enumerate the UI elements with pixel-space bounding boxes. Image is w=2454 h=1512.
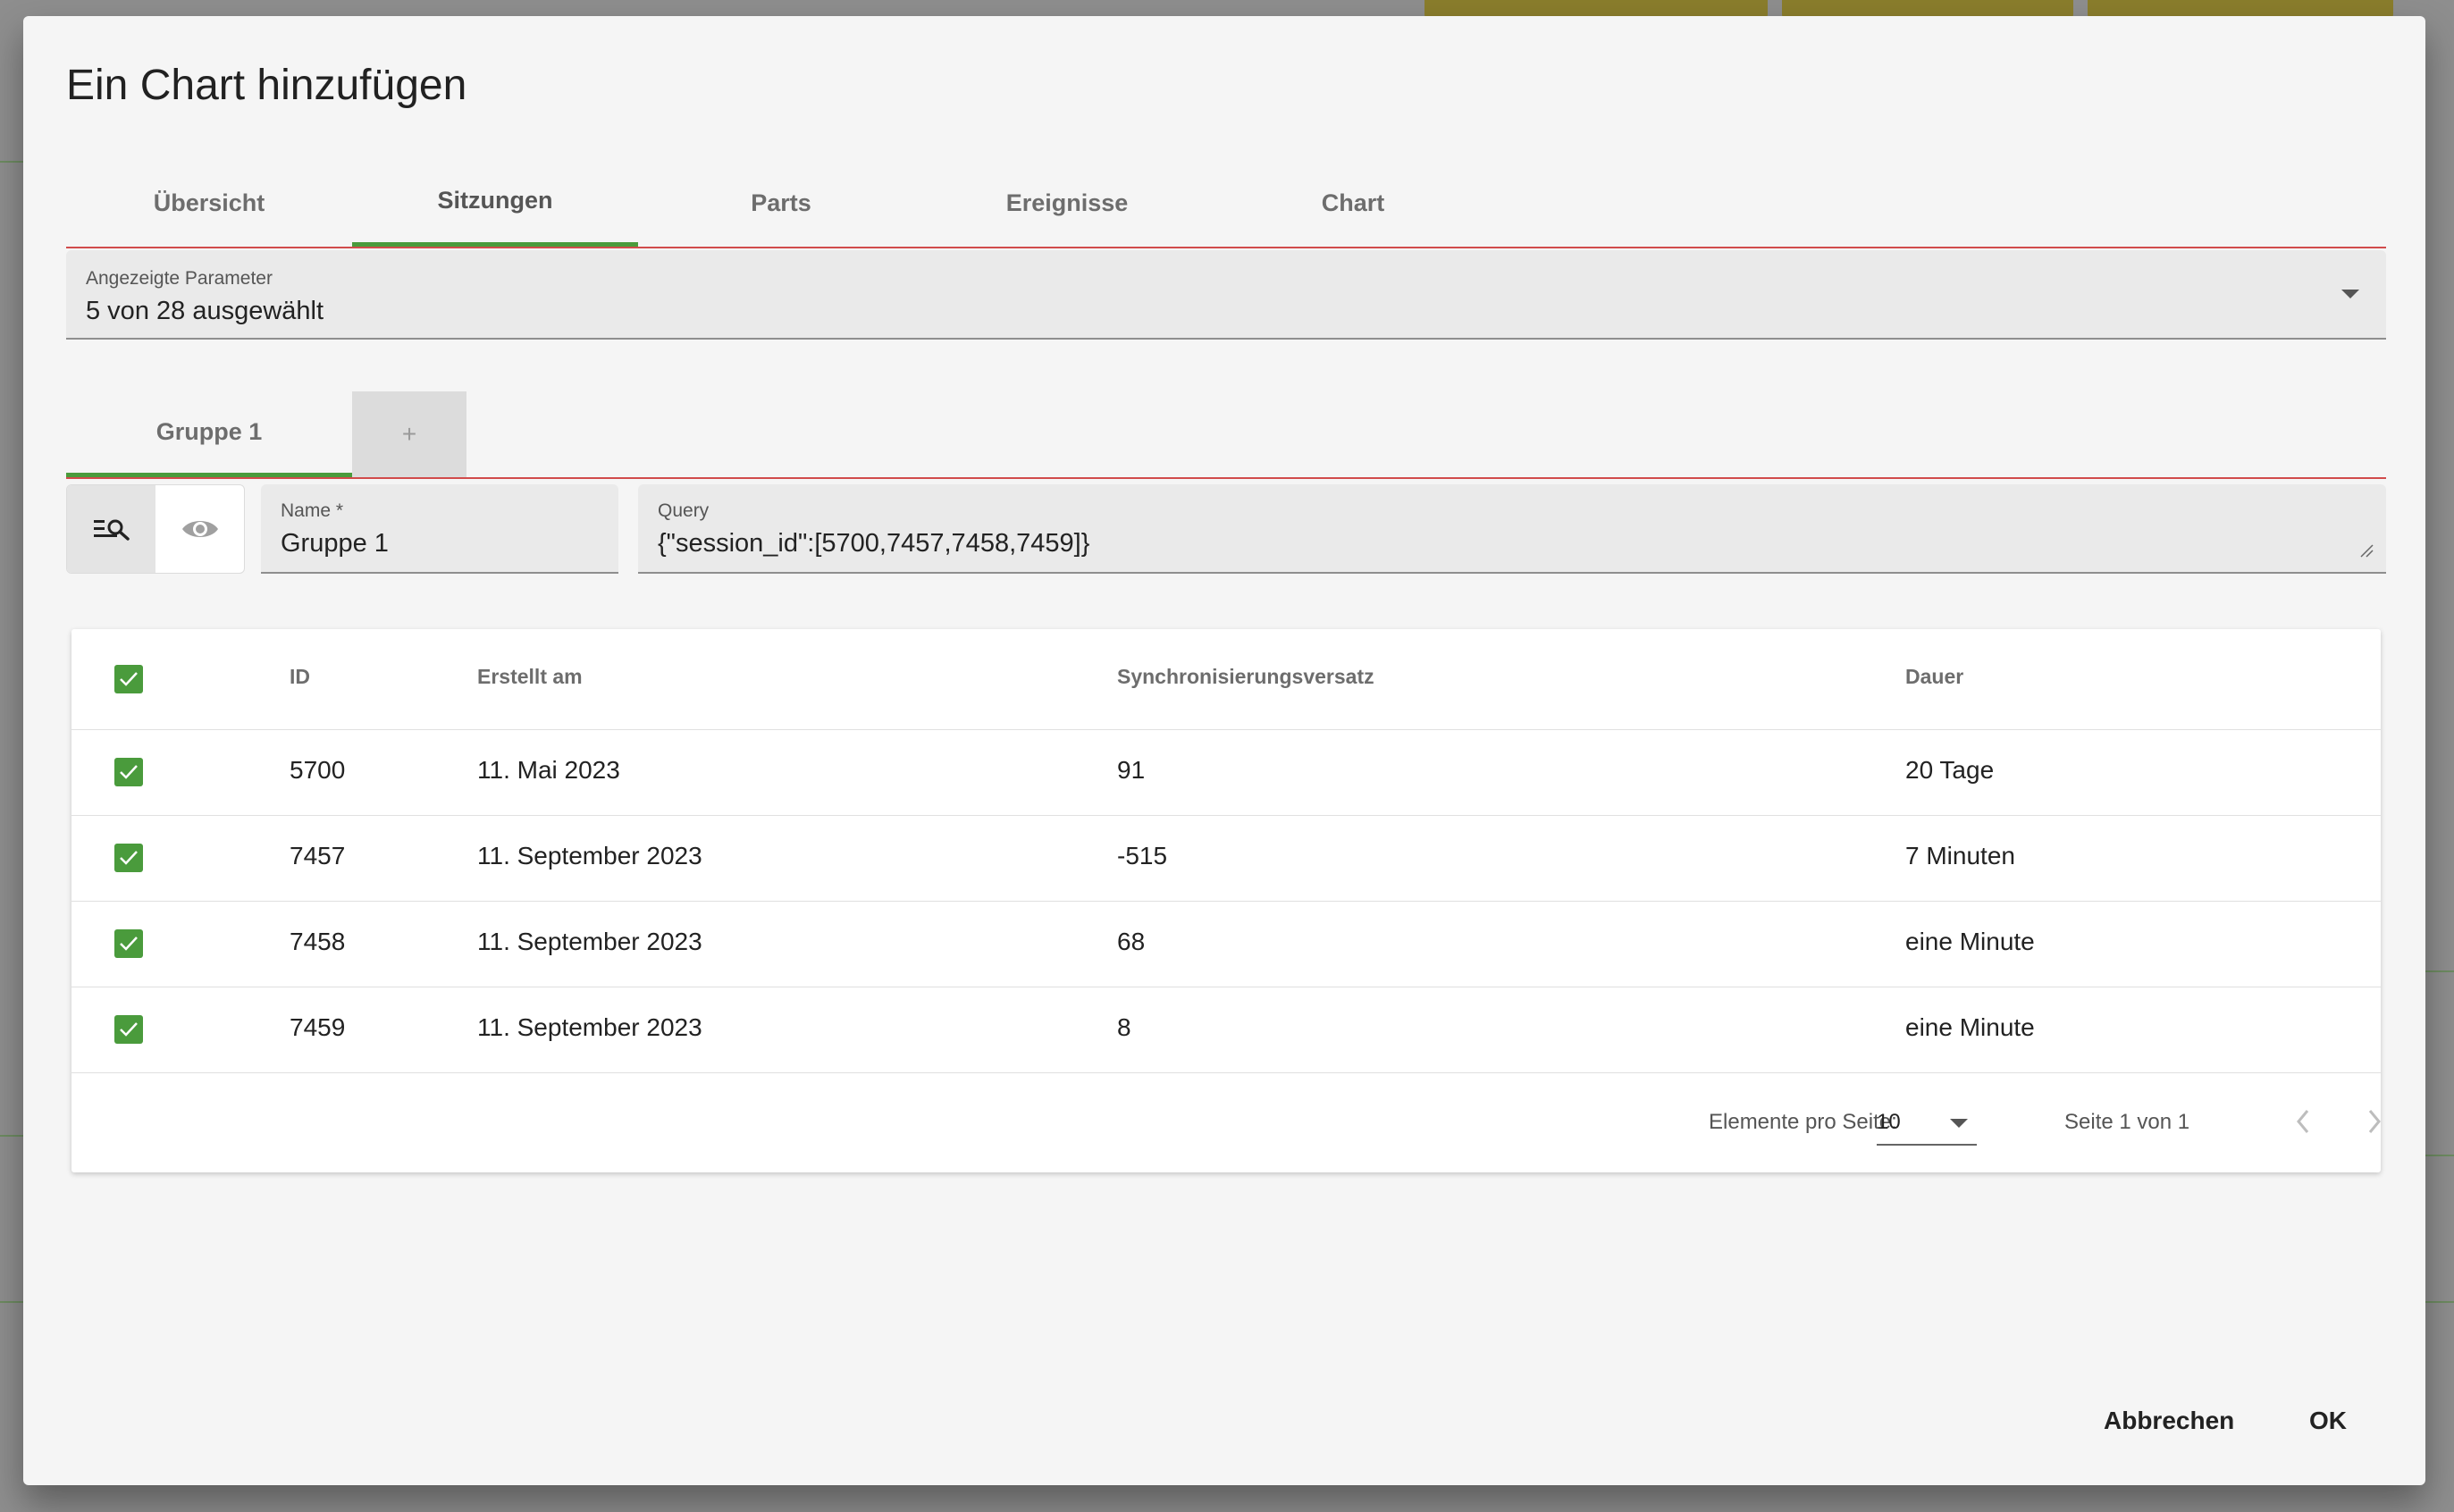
- background-divider: [0, 1301, 23, 1303]
- items-per-page-label: Elemente pro Seite:: [1709, 1110, 1897, 1134]
- mode-toggle-group: [66, 484, 245, 574]
- table-row[interactable]: 5700 11. Mai 2023 91 20 Tage: [71, 729, 2381, 816]
- cell-id: 7457: [290, 842, 346, 869]
- query-input[interactable]: [658, 529, 2366, 559]
- add-group-button[interactable]: +: [352, 391, 466, 477]
- tab-sessions[interactable]: Sitzungen: [352, 159, 638, 247]
- cell-duration: eine Minute: [1905, 1013, 2035, 1041]
- search-list-icon: [93, 519, 130, 541]
- group-tabs: Gruppe 1 +: [66, 391, 2386, 479]
- cell-created: 11. September 2023: [477, 1013, 702, 1041]
- table-row[interactable]: 7457 11. September 2023 -515 7 Minuten: [71, 815, 2381, 902]
- column-header-duration[interactable]: Dauer: [1905, 665, 1963, 689]
- tab-events[interactable]: Ereignisse: [924, 159, 1210, 247]
- chevron-down-icon: [1950, 1119, 1968, 1128]
- cell-id: 7458: [290, 928, 346, 955]
- query-field-label: Query: [658, 500, 710, 521]
- cell-id: 5700: [290, 756, 346, 784]
- view-mode-toggle[interactable]: [155, 485, 244, 573]
- background-divider: [2425, 970, 2454, 972]
- add-chart-dialog: Ein Chart hinzufügen Übersicht Sitzungen…: [23, 16, 2425, 1485]
- dialog-tabs: Übersicht Sitzungen Parts Ereignisse Cha…: [66, 159, 2386, 248]
- sessions-table: ID Erstellt am Synchronisierungsversatz …: [71, 629, 2381, 1172]
- name-input[interactable]: [281, 529, 599, 559]
- cell-duration: 20 Tage: [1905, 756, 1995, 784]
- name-field: Name *: [261, 484, 618, 574]
- column-header-created[interactable]: Erstellt am: [477, 665, 583, 689]
- resize-handle-icon[interactable]: [2359, 543, 2374, 558]
- items-per-page-select[interactable]: 10: [1877, 1099, 1977, 1146]
- dialog-title: Ein Chart hinzufügen: [66, 62, 467, 109]
- row-checkbox[interactable]: [114, 758, 143, 786]
- check-icon: [120, 672, 138, 686]
- table-row[interactable]: 7459 11. September 2023 8 eine Minute: [71, 987, 2381, 1073]
- ok-button[interactable]: OK: [2309, 1407, 2347, 1435]
- query-field: Query: [638, 484, 2386, 574]
- tab-parts[interactable]: Parts: [638, 159, 924, 247]
- displayed-parameters-select[interactable]: Angezeigte Parameter 5 von 28 ausgewählt: [66, 250, 2386, 340]
- tab-chart[interactable]: Chart: [1210, 159, 1496, 247]
- next-page-button[interactable]: [2352, 1099, 2397, 1144]
- column-header-id[interactable]: ID: [290, 665, 310, 689]
- name-field-label: Name *: [281, 500, 344, 521]
- cell-duration: 7 Minuten: [1905, 842, 2015, 869]
- cell-id: 7459: [290, 1013, 346, 1041]
- cell-sync-offset: 91: [1117, 756, 1146, 784]
- background-divider: [0, 1135, 23, 1137]
- cell-created: 11. September 2023: [477, 928, 702, 955]
- chevron-right-icon: [2368, 1110, 2381, 1133]
- check-icon: [120, 1022, 138, 1037]
- table-row[interactable]: 7458 11. September 2023 68 eine Minute: [71, 901, 2381, 987]
- tab-overview[interactable]: Übersicht: [66, 159, 352, 247]
- cell-sync-offset: 68: [1117, 928, 1146, 955]
- cell-sync-offset: 8: [1117, 1013, 1131, 1041]
- row-checkbox[interactable]: [114, 929, 143, 958]
- select-all-checkbox[interactable]: [114, 665, 143, 693]
- displayed-parameters-label: Angezeigte Parameter: [86, 268, 273, 289]
- check-icon: [120, 851, 138, 865]
- table-header: ID Erstellt am Synchronisierungsversatz …: [71, 629, 2381, 730]
- displayed-parameters-value: 5 von 28 ausgewählt: [86, 297, 324, 325]
- cell-duration: eine Minute: [1905, 928, 2035, 955]
- paginator: Elemente pro Seite: 10 Seite 1 von 1: [71, 1072, 2381, 1172]
- cell-sync-offset: -515: [1117, 842, 1168, 869]
- row-checkbox[interactable]: [114, 844, 143, 872]
- background-divider: [2425, 1155, 2454, 1156]
- previous-page-button[interactable]: [2281, 1099, 2325, 1144]
- background-divider: [2425, 1301, 2454, 1303]
- cell-created: 11. Mai 2023: [477, 756, 620, 784]
- tab-group-1[interactable]: Gruppe 1: [66, 391, 352, 477]
- column-header-sync-offset[interactable]: Synchronisierungsversatz: [1117, 665, 1374, 689]
- check-icon: [120, 765, 138, 779]
- cancel-button[interactable]: Abbrechen: [2104, 1407, 2234, 1435]
- eye-icon: [181, 521, 218, 537]
- query-mode-toggle[interactable]: [67, 485, 155, 573]
- check-icon: [120, 937, 138, 951]
- items-per-page-value: 10: [1877, 1110, 1901, 1134]
- page-range-label: Seite 1 von 1: [2064, 1110, 2190, 1134]
- chevron-left-icon: [2297, 1110, 2309, 1133]
- chevron-down-icon: [2341, 290, 2359, 298]
- cell-created: 11. September 2023: [477, 842, 702, 869]
- background-divider: [0, 161, 23, 163]
- row-checkbox[interactable]: [114, 1015, 143, 1044]
